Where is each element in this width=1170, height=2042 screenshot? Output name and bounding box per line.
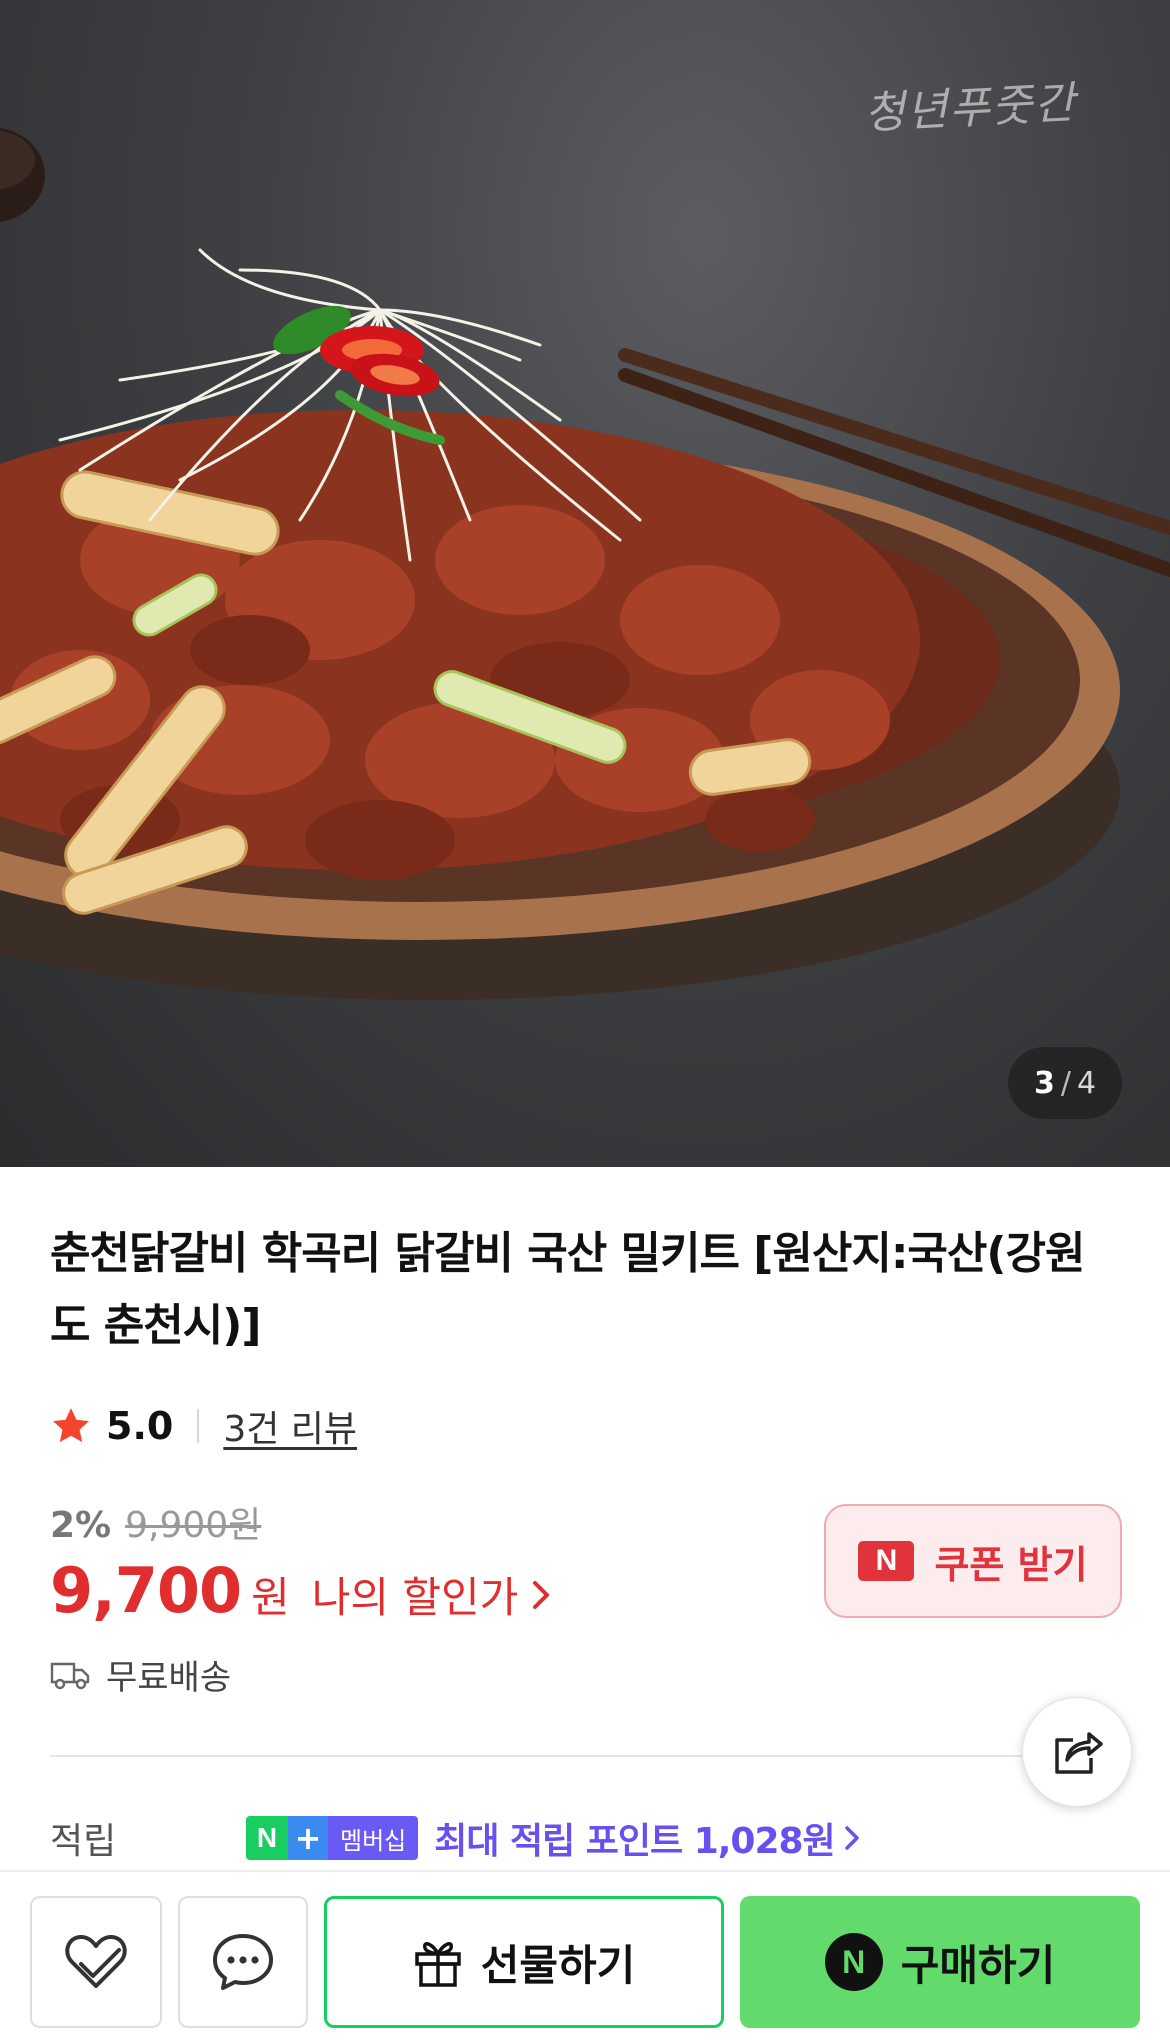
naver-plus-membership-badge: N + 멤버십 bbox=[246, 1816, 419, 1860]
star-icon bbox=[52, 1408, 90, 1443]
rating-score: 5.0 bbox=[106, 1404, 174, 1448]
discount-percent: 2% bbox=[50, 1505, 112, 1546]
gift-button[interactable]: 선물하기 bbox=[324, 1896, 724, 2028]
gift-icon bbox=[414, 1942, 461, 1987]
chevron-right-icon bbox=[533, 1580, 550, 1609]
shipping-text: 무료배송 bbox=[106, 1658, 232, 1698]
gift-label: 선물하기 bbox=[480, 1940, 636, 1990]
naver-n-icon: N bbox=[824, 1933, 883, 1991]
my-discount-label: 나의 할인가 bbox=[311, 1573, 519, 1622]
chevron-right-icon bbox=[844, 1826, 859, 1850]
brand-watermark: 청년푸줏간 bbox=[862, 77, 1078, 140]
plus-icon: + bbox=[288, 1816, 328, 1860]
heart-check-icon bbox=[65, 1935, 127, 1988]
share-button[interactable] bbox=[1022, 1697, 1132, 1807]
my-discount-link[interactable]: 나의 할인가 bbox=[312, 1564, 551, 1625]
discount-row: 2% 9,900원 bbox=[50, 1496, 261, 1548]
divider bbox=[197, 1409, 200, 1443]
coupon-button[interactable]: N 쿠폰 받기 bbox=[824, 1504, 1122, 1618]
truck-icon bbox=[50, 1662, 90, 1689]
buy-button[interactable]: N 구매하기 bbox=[740, 1896, 1140, 2028]
section-divider bbox=[50, 1755, 1072, 1757]
max-points-link[interactable]: 최대 적립 포인트 1,028원 bbox=[434, 1812, 859, 1864]
price-unit: 원 bbox=[251, 1573, 290, 1622]
image-page-indicator: 3 / 4 bbox=[1008, 1047, 1122, 1119]
dakgalbi-photo bbox=[0, 127, 1170, 1000]
points-label: 적립 bbox=[50, 1821, 117, 1862]
review-count-link[interactable]: 3건 리뷰 bbox=[223, 1400, 357, 1452]
original-price: 9,900원 bbox=[125, 1505, 262, 1546]
max-points-text: 최대 적립 포인트 1,028원 bbox=[434, 1821, 835, 1862]
points-row: 적립 N + 멤버십 최대 적립 포인트 1,028원 bbox=[50, 1808, 1120, 1868]
page-current: 3 bbox=[1033, 1065, 1055, 1101]
sale-price: 9,700 bbox=[50, 1554, 242, 1627]
bottom-action-bar: 선물하기 N 구매하기 bbox=[0, 1870, 1170, 2042]
share-icon bbox=[1055, 1732, 1103, 1774]
talktalk-chat-button[interactable] bbox=[178, 1896, 308, 2028]
shipping-info: 무료배송 bbox=[50, 1650, 231, 1699]
price-row: 9,700 원 나의 할인가 bbox=[50, 1554, 550, 1627]
page-total: 4 bbox=[1076, 1065, 1097, 1101]
product-title: 춘천닭갈비 학곡리 닭갈비 국산 밀키트 [원산지:국산(강원도 춘천시)] bbox=[50, 1228, 1085, 1351]
membership-label: 멤버십 bbox=[328, 1816, 419, 1860]
product-image-carousel[interactable]: 청년푸줏간 3 / 4 bbox=[0, 0, 1170, 1167]
buy-label: 구매하기 bbox=[900, 1940, 1056, 1990]
rating-row: 5.0 3건 리뷰 bbox=[50, 1398, 357, 1454]
coupon-label: 쿠폰 받기 bbox=[934, 1542, 1088, 1587]
naver-n-icon: N bbox=[858, 1541, 915, 1581]
chat-bubble-icon bbox=[213, 1934, 273, 1990]
naver-n-icon: N bbox=[246, 1816, 288, 1860]
wishlist-button[interactable] bbox=[30, 1896, 162, 2028]
page-separator: / bbox=[1060, 1065, 1071, 1101]
